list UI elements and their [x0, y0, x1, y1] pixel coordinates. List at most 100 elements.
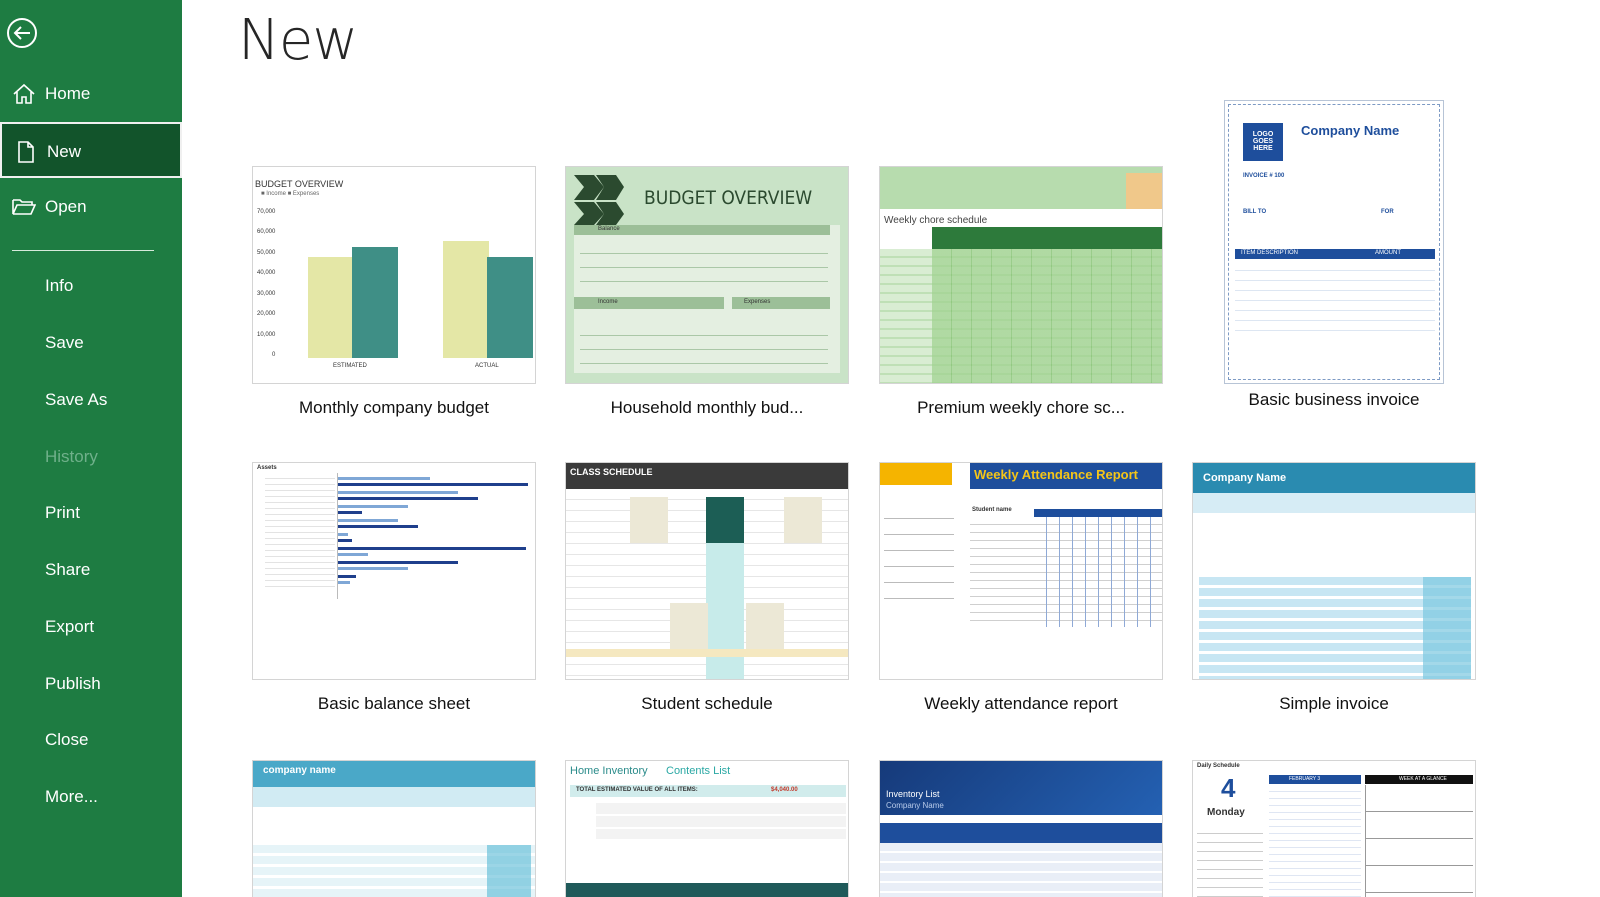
thumb-bar	[338, 505, 408, 508]
backstage-sidebar: Home New Open Info Save Save As History …	[0, 0, 182, 897]
nav-info[interactable]: Info	[0, 258, 182, 314]
thumb-month: FEBRUARY 3	[1289, 776, 1321, 782]
template-basic-balance-sheet[interactable]: Assets Basic balance sheet	[252, 462, 536, 720]
thumb-y-tick: 70,000	[257, 209, 276, 215]
template-student-schedule[interactable]: CLASS SCHEDULE Student schedule	[565, 462, 849, 720]
thumb-title: BUDGET OVERVIEW	[255, 179, 344, 189]
template-weekly-attendance-report[interactable]: Weekly Attendance Report Student name We…	[879, 462, 1163, 720]
template-company-invoice[interactable]: company name	[252, 760, 536, 897]
thumb-bar	[338, 533, 348, 536]
thumb-band	[1193, 493, 1475, 513]
thumb-y-tick: 30,000	[257, 291, 276, 297]
template-weekly-chore-schedule[interactable]: Weekly chore schedule Premium weekly cho…	[879, 166, 1163, 426]
back-button[interactable]	[7, 18, 37, 48]
thumb-title: Inventory List	[886, 789, 940, 799]
thumb-price-col	[1423, 577, 1471, 679]
nav-publish-label: Publish	[45, 674, 101, 693]
thumb-total-value: $4,040.00	[771, 787, 798, 793]
arrow-left-icon	[13, 26, 30, 40]
thumb-title: Assets	[257, 465, 277, 471]
thumb-bar	[338, 497, 478, 500]
thumb-bar	[338, 575, 356, 578]
nav-home-label: Home	[45, 84, 91, 103]
template-name: Simple invoice	[1279, 694, 1389, 713]
thumb-title: company name	[263, 765, 336, 776]
template-thumbnail[interactable]: BUDGET OVERVIEW ■ Income ■ Expenses 70,0…	[252, 166, 536, 384]
thumb-bar	[352, 247, 398, 358]
thumb-title: Weekly Attendance Report	[974, 467, 1138, 482]
nav-share[interactable]: Share	[0, 542, 182, 598]
nav-open-label: Open	[45, 197, 87, 216]
thumb-lunch-row	[566, 649, 848, 657]
template-name: Premium weekly chore sc...	[917, 398, 1125, 417]
nav-save-as[interactable]: Save As	[0, 372, 182, 428]
nav-publish[interactable]: Publish	[0, 656, 182, 712]
thumb-section-label: Balance	[598, 226, 620, 232]
template-thumbnail[interactable]: Inventory List Company Name	[879, 760, 1163, 897]
template-thumbnail[interactable]: company name	[252, 760, 536, 897]
template-thumbnail[interactable]: Home Inventory Contents List TOTAL ESTIM…	[565, 760, 849, 897]
thumb-col-label: Student name	[972, 507, 1012, 513]
nav-open[interactable]: Open	[0, 179, 182, 235]
nav-export[interactable]: Export	[0, 599, 182, 655]
template-basic-business-invoice[interactable]: LOGO GOES HERE Company Name INVOICE # 10…	[1192, 100, 1476, 426]
thumb-roster-cols	[1034, 517, 1162, 627]
template-name: Household monthly bud...	[610, 398, 804, 417]
template-simple-invoice[interactable]: Company Name Simple invoice	[1192, 462, 1476, 720]
thumb-bar	[338, 553, 368, 556]
nav-save-label: Save	[45, 333, 84, 352]
thumb-bar	[308, 257, 354, 358]
template-thumbnail[interactable]: Daily Schedule 4 Monday FEBRUARY 3 WEEK …	[1192, 760, 1476, 897]
thumb-title: Home Inventory	[570, 765, 648, 777]
thumb-bar	[487, 257, 533, 358]
thumb-table-rows	[1235, 261, 1435, 335]
thumb-y-tick: 20,000	[257, 311, 276, 317]
thumb-for: FOR	[1381, 209, 1394, 215]
thumb-bar	[338, 567, 408, 570]
nav-more[interactable]: More...	[0, 769, 182, 825]
thumb-meta-lines	[884, 503, 954, 613]
thumb-bar	[338, 491, 458, 494]
thumb-day-header	[932, 227, 1162, 249]
template-name: Basic balance sheet	[317, 694, 471, 713]
nav-history-label: History	[45, 447, 98, 466]
thumb-x-label: ACTUAL	[475, 363, 499, 369]
thumb-legend: ■ Income ■ Expenses	[261, 191, 320, 197]
nav-more-label: More...	[45, 787, 98, 806]
template-household-monthly-budget[interactable]: BUDGET OVERVIEW Balance Income Expenses …	[565, 166, 849, 426]
nav-home[interactable]: Home	[0, 66, 182, 122]
home-icon	[13, 83, 35, 104]
nav-save[interactable]: Save	[0, 315, 182, 371]
template-inventory-list[interactable]: Inventory List Company Name	[879, 760, 1163, 897]
thumb-y-tick: 50,000	[257, 250, 276, 256]
template-thumbnail[interactable]: BUDGET OVERVIEW Balance Income Expenses	[565, 166, 849, 384]
template-home-inventory[interactable]: Home Inventory Contents List TOTAL ESTIM…	[565, 760, 849, 897]
template-thumbnail[interactable]: Weekly Attendance Report Student name	[879, 462, 1163, 680]
template-thumbnail[interactable]: Company Name	[1192, 462, 1476, 680]
nav-new[interactable]: New	[0, 122, 182, 178]
template-name: Weekly attendance report	[924, 694, 1118, 713]
thumb-y-tick: 40,000	[257, 270, 276, 276]
nav-share-label: Share	[45, 560, 91, 579]
thumb-bar	[443, 241, 489, 358]
thumb-header-band	[574, 297, 724, 309]
nav-print[interactable]: Print	[0, 485, 182, 541]
template-daily-schedule[interactable]: Daily Schedule 4 Monday FEBRUARY 3 WEEK …	[1192, 760, 1476, 897]
thumb-bar	[338, 511, 362, 514]
template-thumbnail[interactable]: Weekly chore schedule	[879, 166, 1163, 384]
nav-save-as-label: Save As	[45, 390, 108, 409]
nav-close[interactable]: Close	[0, 712, 182, 768]
thumb-bar	[338, 581, 350, 584]
thumb-grid-cols	[932, 249, 1162, 383]
template-monthly-company-budget[interactable]: BUDGET OVERVIEW ■ Income ■ Expenses 70,0…	[252, 166, 536, 426]
template-thumbnail[interactable]: CLASS SCHEDULE	[565, 462, 849, 680]
template-thumbnail[interactable]: Assets	[252, 462, 536, 680]
template-name: Monthly company budget	[299, 398, 489, 417]
thumb-bar	[338, 477, 430, 480]
thumb-week-grid	[1365, 785, 1473, 897]
thumb-bar	[338, 483, 528, 486]
thumb-bar	[338, 561, 458, 564]
thumb-y-tick: 0	[272, 352, 276, 358]
template-thumbnail[interactable]: LOGO GOES HERE Company Name INVOICE # 10…	[1224, 100, 1444, 384]
thumb-section-label: Income	[598, 299, 618, 305]
